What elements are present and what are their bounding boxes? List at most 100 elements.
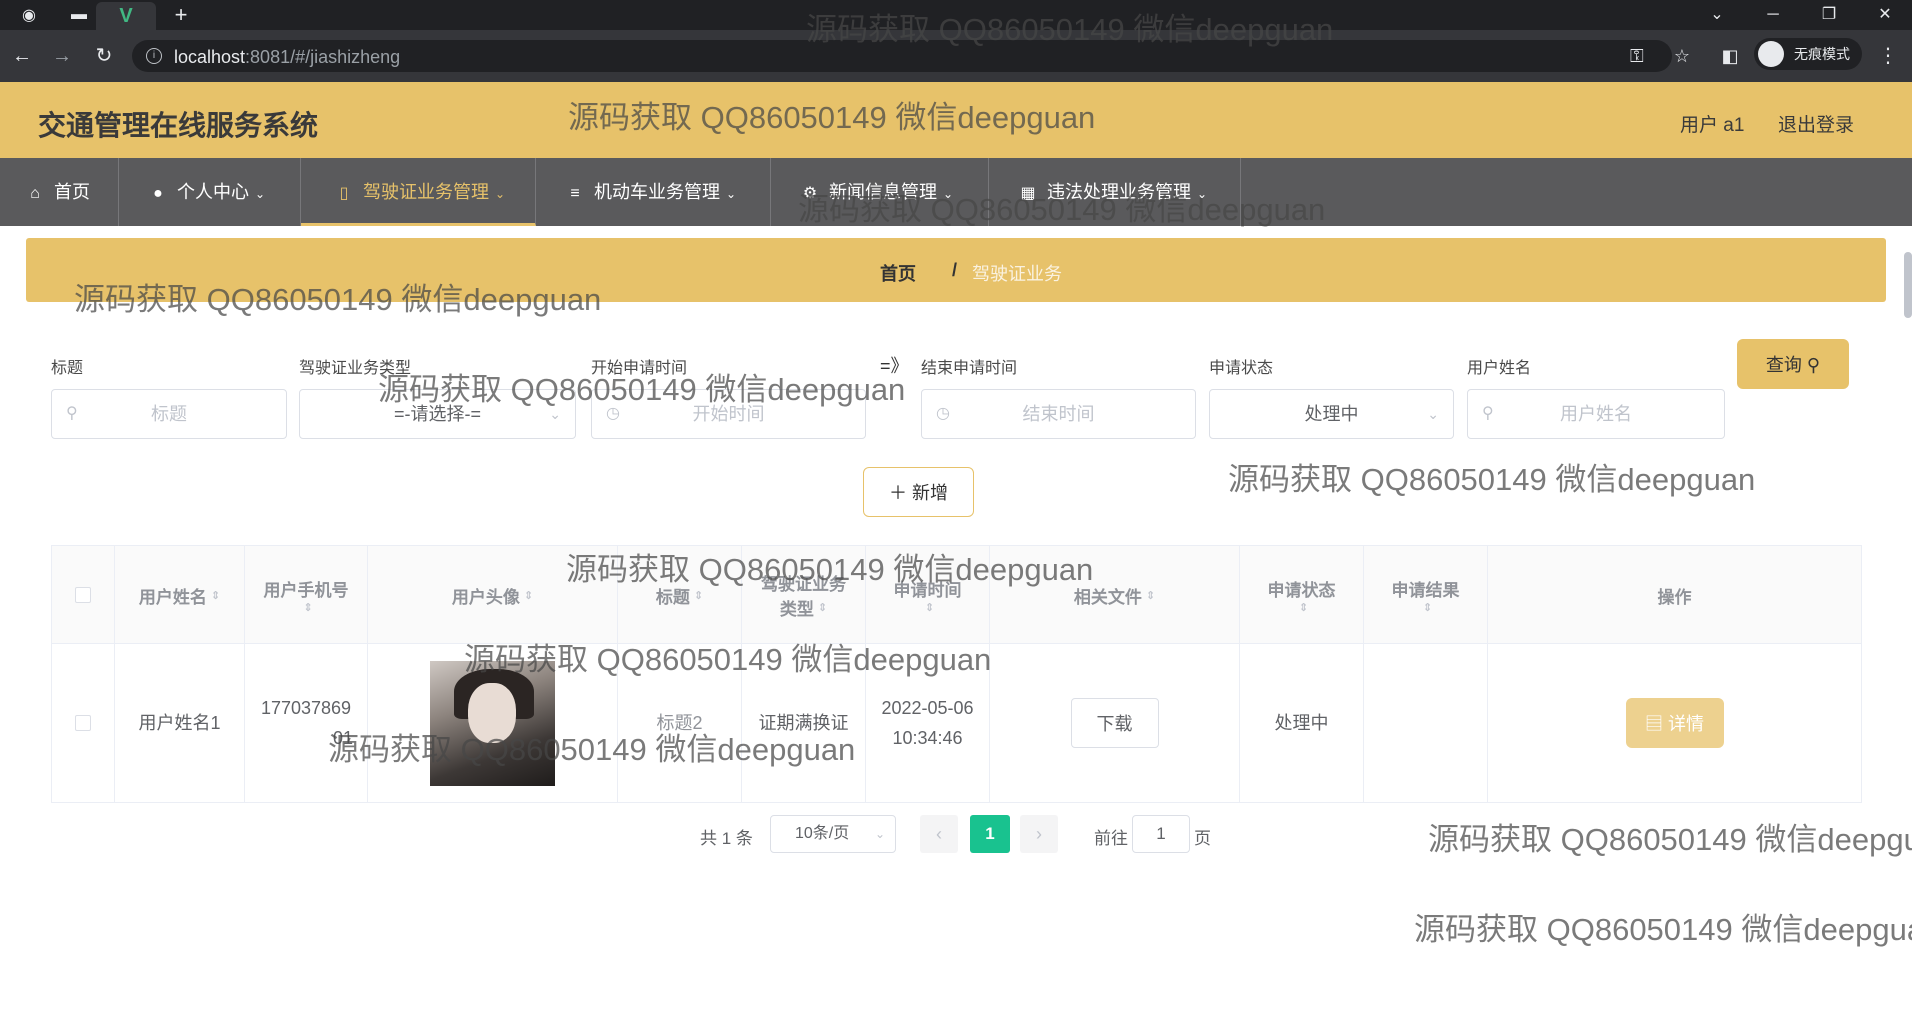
table-header: 用户姓名 ⇕ 用户手机号 ⇕ 用户头像 ⇕ 标题 ⇕ 驾驶证业务 类型 ⇕ 申请时间 ⇕ 相关… bbox=[52, 546, 1861, 644]
nav-item-vehicle[interactable]: ≡ 机动车业务管理 ⌄ bbox=[536, 158, 771, 226]
info-icon[interactable]: i bbox=[146, 48, 162, 64]
search-icon: ⚲ bbox=[1806, 355, 1821, 375]
username-input[interactable]: ⚲ 用户姓名 bbox=[1467, 389, 1725, 439]
document-icon: ▤ bbox=[1644, 714, 1663, 734]
th-time[interactable]: 申请时间 ⇕ bbox=[866, 546, 990, 644]
th-phone[interactable]: 用户手机号 ⇕ bbox=[245, 546, 368, 644]
forward-icon[interactable]: → bbox=[50, 44, 74, 68]
nav-item-violation[interactable]: ▦ 违法处理业务管理 ⌄ bbox=[989, 158, 1241, 226]
watermark: 源码获取 QQ86050149 微信deepguan bbox=[1414, 912, 1912, 947]
row-select-cell bbox=[52, 644, 115, 802]
page-number-current[interactable]: 1 bbox=[970, 815, 1010, 853]
query-button[interactable]: 查询 ⚲ bbox=[1737, 339, 1849, 389]
sort-icon: ⇕ bbox=[1298, 602, 1309, 614]
cell-file: 下载 bbox=[990, 644, 1240, 802]
avatar[interactable] bbox=[430, 660, 555, 786]
browser-tabstrip: ◉ ▬ V + ⌄ ─ ❐ ✕ bbox=[0, 0, 1912, 30]
status-select[interactable]: 处理中 ⌄ bbox=[1209, 389, 1454, 439]
user-icon: ● bbox=[153, 185, 163, 202]
avatar-face bbox=[468, 682, 516, 743]
cell-type: 证期满换证 bbox=[742, 644, 866, 802]
menu-icon[interactable]: ⋮ bbox=[1876, 44, 1900, 68]
cell-username: 用户姓名1 bbox=[115, 644, 245, 802]
sidepanel-icon[interactable]: ◧ bbox=[1718, 44, 1742, 68]
detail-button[interactable]: ▤ 详情 bbox=[1625, 698, 1724, 748]
range-separator: =》 bbox=[880, 356, 909, 376]
new-tab-icon[interactable]: + bbox=[170, 2, 192, 27]
sort-icon: ⇕ bbox=[693, 589, 704, 602]
th-status[interactable]: 申请状态 ⇕ bbox=[1240, 546, 1364, 644]
chevron-down-icon: ⌄ bbox=[549, 406, 561, 422]
chevron-down-icon: ⌄ bbox=[1427, 406, 1439, 422]
page-suffix: 页 bbox=[1194, 829, 1211, 848]
title-input[interactable]: ⚲ 标题 bbox=[51, 389, 287, 439]
th-file[interactable]: 相关文件 ⇕ bbox=[990, 546, 1240, 644]
nav-item-profile[interactable]: ● 个人中心 ⌄ bbox=[119, 158, 301, 226]
cell-result bbox=[1364, 644, 1488, 802]
main-nav: ⌂ 首页 ● 个人中心 ⌄ ▯ 驾驶证业务管理 ⌄ ≡ 机动车业务管理 ⌄ ⚙ 新闻信息管理 ⌄ … bbox=[0, 158, 1912, 226]
star-icon[interactable]: ☆ bbox=[1670, 44, 1694, 68]
sort-icon: ⇕ bbox=[817, 602, 828, 614]
page-size-select[interactable]: 10条/页 ⌄ bbox=[770, 815, 896, 853]
grid-icon: ▦ bbox=[1020, 185, 1036, 202]
nav-item-license[interactable]: ▯ 驾驶证业务管理 ⌄ bbox=[301, 158, 536, 226]
chevron-down-icon: ⌄ bbox=[874, 827, 885, 841]
address-bar[interactable]: i localhost:8081/#/jiashizheng ⚿ bbox=[132, 40, 1672, 72]
watermark: 源码获取 QQ86050149 微信deepguan bbox=[1428, 822, 1912, 857]
minimize-icon[interactable]: ─ bbox=[1762, 4, 1784, 26]
username-label: 用户姓名 bbox=[1467, 360, 1532, 377]
chevron-down-icon: ⌄ bbox=[1197, 187, 1208, 201]
cell-avatar bbox=[368, 644, 618, 802]
type-select[interactable]: =-请选择-= ⌄ bbox=[299, 389, 576, 439]
window-tab-icon[interactable]: ▬ bbox=[68, 4, 90, 26]
th-avatar[interactable]: 用户头像 ⇕ bbox=[368, 546, 618, 644]
back-icon[interactable]: ← bbox=[10, 44, 34, 68]
cell-actions: ▤ 详情 bbox=[1488, 644, 1861, 802]
nav-item-home[interactable]: ⌂ 首页 bbox=[0, 158, 119, 226]
download-button[interactable]: 下载 bbox=[1070, 698, 1159, 748]
close-window-icon[interactable]: ✕ bbox=[1874, 4, 1896, 26]
breadcrumb-current: 驾驶证业务 bbox=[972, 264, 1062, 284]
key-icon[interactable]: ⚿ bbox=[1630, 46, 1644, 67]
pagination-total: 共 1 条 bbox=[700, 829, 753, 848]
select-all-checkbox[interactable] bbox=[75, 587, 91, 603]
tab-search-icon[interactable]: ⌄ bbox=[1706, 4, 1728, 26]
cell-status: 处理中 bbox=[1240, 644, 1364, 802]
incognito-badge[interactable]: 无痕模式 bbox=[1754, 38, 1862, 70]
th-result[interactable]: 申请结果 ⇕ bbox=[1364, 546, 1488, 644]
sort-icon: ⇕ bbox=[1145, 589, 1156, 602]
chevron-down-icon: ⌄ bbox=[255, 187, 266, 201]
cell-title: 标题2 bbox=[618, 644, 742, 802]
logout-button[interactable]: 退出登录 bbox=[1778, 110, 1854, 137]
sort-icon: ⇕ bbox=[523, 589, 534, 602]
vue-tab-icon[interactable]: V bbox=[96, 2, 156, 30]
th-actions: 操作 bbox=[1657, 587, 1692, 607]
th-title[interactable]: 标题 ⇕ bbox=[618, 546, 742, 644]
th-type[interactable]: 驾驶证业务 类型 ⇕ bbox=[742, 546, 866, 644]
chevron-down-icon: ⌄ bbox=[726, 187, 737, 201]
restore-icon[interactable]: ❐ bbox=[1818, 4, 1840, 26]
clock-icon: ◷ bbox=[936, 405, 950, 422]
start-time-input[interactable]: ◷ 开始时间 bbox=[591, 389, 866, 439]
search-icon: ⚲ bbox=[1482, 405, 1494, 422]
end-time-input[interactable]: ◷ 结束时间 bbox=[921, 389, 1196, 439]
th-username[interactable]: 用户姓名 ⇕ bbox=[115, 546, 245, 644]
list-icon: ≡ bbox=[570, 185, 580, 202]
next-page-button[interactable]: › bbox=[1020, 815, 1058, 853]
cell-time: 2022-05-06 10:34:46 bbox=[866, 644, 990, 802]
chevron-down-icon: ⌄ bbox=[943, 187, 954, 201]
page-scrollbar[interactable] bbox=[1904, 252, 1912, 318]
row-checkbox[interactable] bbox=[75, 715, 91, 731]
goto-page-input[interactable]: 1 bbox=[1132, 815, 1190, 853]
title-label: 标题 bbox=[51, 360, 84, 377]
sort-icon: ⇕ bbox=[210, 589, 221, 602]
globe-icon[interactable]: ◉ bbox=[18, 4, 40, 26]
table-row: 用户姓名1 177037869 01 标题2 证期满换证 2022-05-06 10… bbox=[52, 644, 1861, 802]
clock-icon: ◷ bbox=[606, 405, 620, 422]
prev-page-button[interactable]: ‹ bbox=[920, 815, 958, 853]
add-button[interactable]: ＋ 新增 bbox=[863, 467, 974, 517]
breadcrumb-home[interactable]: 首页 bbox=[880, 260, 916, 286]
nav-item-news[interactable]: ⚙ 新闻信息管理 ⌄ bbox=[771, 158, 989, 226]
reload-icon[interactable]: ↻ bbox=[92, 44, 116, 68]
url-text: localhost:8081/#/jiashizheng bbox=[174, 47, 401, 67]
